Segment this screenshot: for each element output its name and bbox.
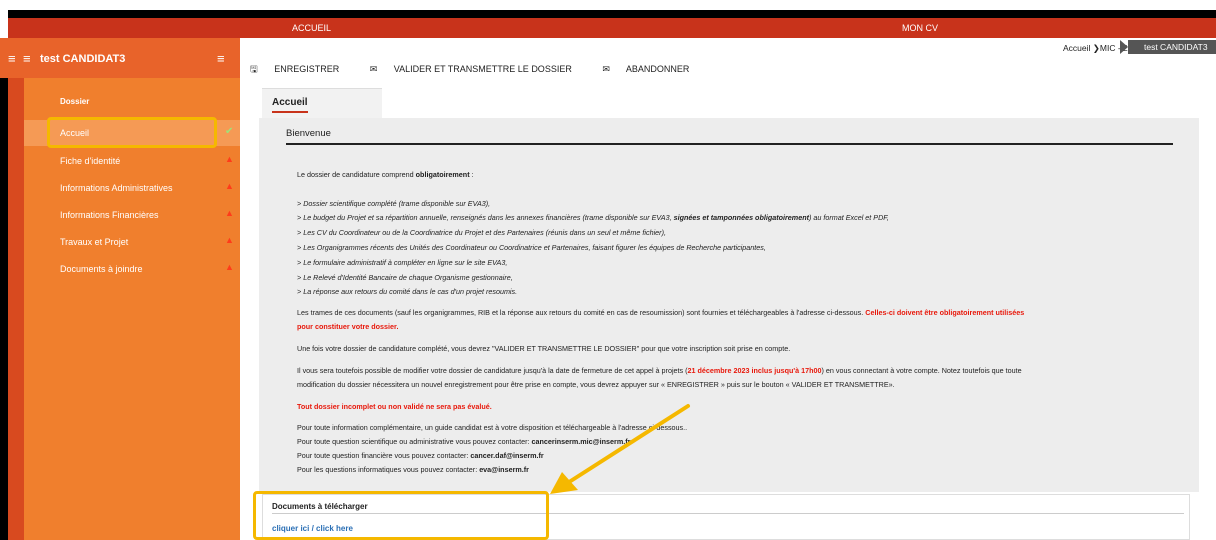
check-icon: ✔ [225,126,234,137]
pointer-arrow-icon [550,404,690,494]
highlight-documents [253,491,549,540]
list-item: > Le budget du Projet et sa répartition … [297,213,889,222]
left-edge [0,38,8,540]
sidebar-item-label: Informations Administratives [60,183,173,193]
breadcrumb-home[interactable]: Accueil [1063,43,1090,53]
save-button[interactable]: 🖫 ENREGISTRER [250,64,353,74]
email-link[interactable]: eva@inserm.fr [479,465,529,474]
intro-text: Le dossier de candidature comprend oblig… [297,170,474,179]
warning-icon: ▲ [225,262,234,272]
envelope-icon: ✉ [602,64,610,74]
panel-divider [286,143,1173,145]
incomplete-warning: Tout dossier incomplet ou non validé ne … [297,402,492,411]
tab-label: Accueil [272,97,308,108]
nav-accueil[interactable]: ACCUEIL [292,23,331,33]
sidebar-item-label: Documents à joindre [60,264,143,274]
list-item: > Le Relevé d'Identité Bancaire de chaqu… [297,273,513,282]
envelope-icon: ✉ [369,64,378,74]
sidebar-item-label: Fiche d'identité [60,156,121,166]
tab-underline [272,111,308,113]
tab-accueil[interactable]: Accueil [262,88,382,118]
menu-icon-2[interactable]: ≡ [23,51,31,66]
warning-icon: ▲ [225,181,234,191]
save-icon: 🖫 [250,64,258,74]
sidebar-item-label: Travaux et Projet [60,237,129,247]
sidebar-item-fiche-identite[interactable]: Fiche d'identité ▲ [24,148,240,174]
sidebar [24,38,240,540]
abandon-button[interactable]: ✉ ABANDONNER [602,64,703,74]
sidebar-header: ≡ ≡ test CANDIDAT3 ≡ [0,38,240,78]
sidebar-item-infos-financieres[interactable]: Informations Financières ▲ [24,202,240,228]
warning-icon: ▲ [225,235,234,245]
chevron-right-icon: ❯ [1092,43,1100,53]
menu-icon[interactable]: ≡ [8,51,16,66]
collapse-menu-icon[interactable]: ≡ [217,51,225,66]
sidebar-section-title: Dossier [60,97,90,106]
contact-it: Pour les questions informatiques vous po… [297,465,529,474]
panel-title: Bienvenue [286,128,331,139]
sidebar-item-documents[interactable]: Documents à joindre ▲ [24,256,240,282]
list-item: > Les CV du Coordinateur ou de la Coordi… [297,228,666,237]
validate-button[interactable]: ✉ VALIDER ET TRANSMETTRE LE DOSSIER [370,64,586,74]
highlight-accueil [47,117,217,148]
modification-info: Il vous sera toutefois possible de modif… [297,366,1022,375]
list-item: > Dossier scientifique complété (trame d… [297,199,491,208]
list-item: > La réponse aux retours du comité dans … [297,287,518,296]
list-item: > Les Organigrammes récents des Unités d… [297,243,766,252]
trames-text: Les trames de ces documents (sauf les or… [297,308,1025,317]
validate-info: Une fois votre dossier de candidature co… [297,344,791,353]
breadcrumb-current: test CANDIDAT3 [1128,40,1216,54]
sidebar-item-infos-administratives[interactable]: Informations Administratives ▲ [24,175,240,201]
user-name: test CANDIDAT3 [40,53,126,65]
trames-text-2: pour constituer votre dossier. [297,322,399,331]
warning-icon: ▲ [225,154,234,164]
list-item: > Le formulaire administratif à compléte… [297,258,508,267]
toolbar: 🖫 ENREGISTRER ✉ VALIDER ET TRANSMETTRE L… [250,62,717,78]
top-nav: ACCUEIL MON CV [8,18,1216,38]
modification-info-2: modification du dossier nécessitera un n… [297,380,895,389]
email-link[interactable]: cancer.daf@inserm.fr [470,451,543,460]
nav-mon-cv[interactable]: MON CV [902,23,938,33]
warning-icon: ▲ [225,208,234,218]
breadcrumb-arrow [1120,40,1128,54]
left-strip [8,38,24,540]
sidebar-item-label: Informations Financières [60,210,159,220]
sidebar-item-travaux-projet[interactable]: Travaux et Projet ▲ [24,229,240,255]
contact-financial: Pour toute question financière vous pouv… [297,451,544,460]
